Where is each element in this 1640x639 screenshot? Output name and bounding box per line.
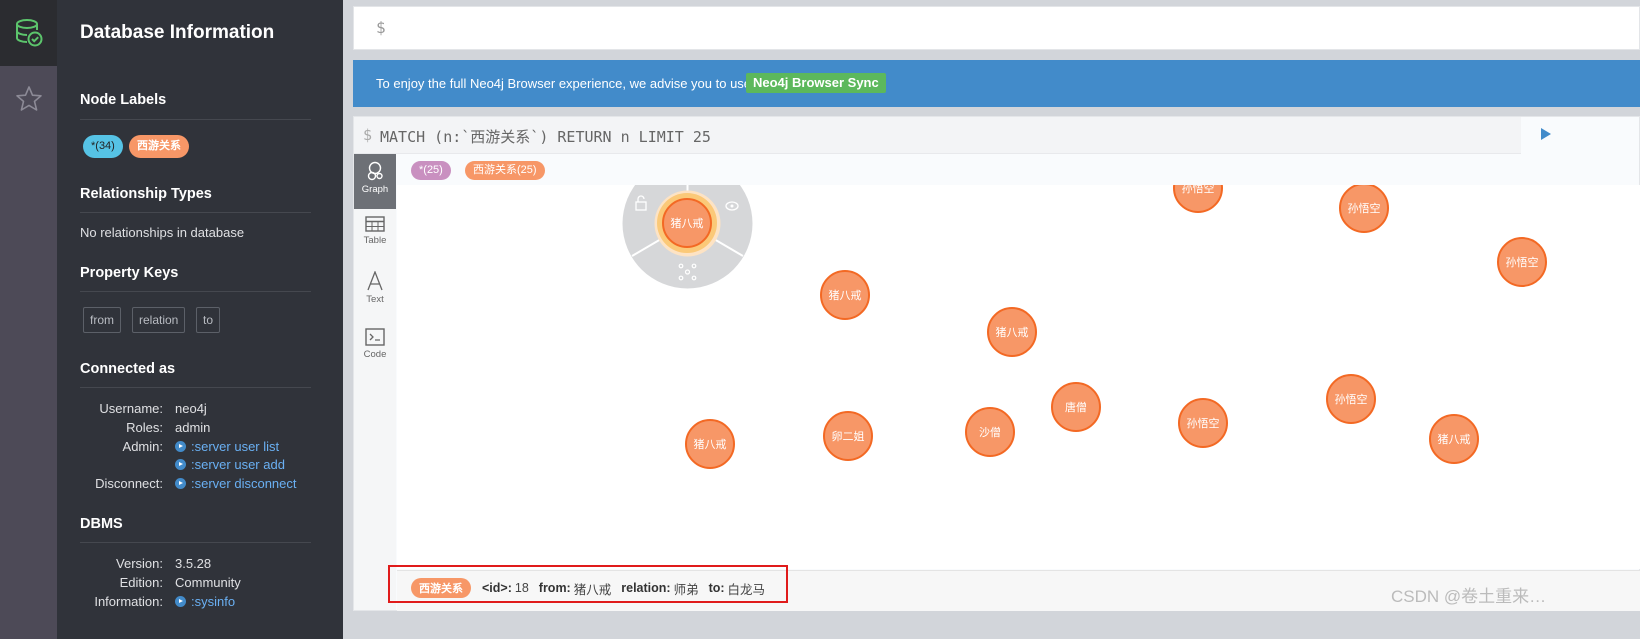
divider (80, 212, 311, 213)
dbms-heading: DBMS (80, 516, 123, 532)
drawer-title: Database Information (80, 22, 275, 43)
graph-node[interactable]: 猪八戒 (820, 270, 870, 320)
edition-label: Edition: (119, 575, 163, 590)
play-icon (175, 596, 186, 607)
browser-sync-button[interactable]: Neo4j Browser Sync (746, 73, 886, 93)
category-node-label[interactable]: 西游关系 (129, 135, 189, 158)
username-label: Username: (99, 401, 163, 416)
link-text: :server disconnect (191, 476, 297, 491)
graph-node[interactable]: 唐僧 (1051, 382, 1101, 432)
graph-node[interactable]: 孙悟空 (1178, 398, 1228, 448)
graph-canvas[interactable]: 猪八戒 孙悟空 孙悟空 孙悟空 猪八戒 猪八戒 唐僧 孙悟空 孙悟空 猪八戒 沙… (397, 185, 1640, 569)
username-value: neo4j (175, 401, 207, 416)
icon-rail (0, 0, 57, 639)
cypher-editor[interactable]: $ (353, 6, 1640, 50)
favorites-nav-button[interactable] (0, 66, 57, 132)
tab-graph[interactable]: Graph (354, 154, 396, 209)
sysinfo-link[interactable]: :sysinfo (175, 594, 235, 609)
divider (80, 542, 311, 543)
database-info-drawer: Database Information Node Labels *(34) 西… (57, 0, 343, 639)
divider (80, 387, 311, 388)
database-icon (15, 19, 42, 47)
property-key-relation[interactable]: relation (132, 307, 186, 333)
graph-node[interactable]: 孙悟空 (1173, 185, 1223, 213)
node-properties: 西游关系 <id>: 18 from: 猪八戒 relation: 师弟 to:… (411, 578, 775, 598)
graph-node[interactable]: 卵二姐 (823, 411, 873, 461)
tab-text[interactable]: Text (354, 264, 396, 319)
graph-node[interactable]: 猪八戒 (1429, 414, 1479, 464)
graph-node[interactable]: 猪八戒 (685, 419, 735, 469)
banner-text: To enjoy the full Neo4j Browser experien… (376, 76, 752, 91)
edition-value: Community (175, 575, 241, 590)
link-text: :server user list (191, 439, 280, 454)
tab-code[interactable]: Code (354, 321, 396, 376)
graph-node[interactable]: 孙悟空 (1339, 185, 1389, 233)
graph-node[interactable]: 沙僧 (965, 407, 1015, 457)
watermark: CSDN @卷土重来… (1391, 587, 1547, 606)
play-icon (175, 478, 186, 489)
divider (80, 291, 311, 292)
link-text: :sysinfo (191, 594, 236, 609)
play-icon (175, 441, 186, 452)
tab-label: Text (366, 294, 384, 305)
query-text[interactable]: MATCH (n:`西游关系`) RETURN n LIMIT 25 (380, 126, 711, 147)
property-value: 师弟 (673, 582, 699, 597)
admin-label: Admin: (122, 439, 163, 454)
roles-value: admin (175, 420, 211, 435)
connected-as-heading: Connected as (80, 361, 176, 377)
version-value: 3.5.28 (175, 556, 212, 571)
node-labels-heading: Node Labels (80, 92, 167, 108)
graph-category-label[interactable]: 西游关系(25) (465, 161, 545, 180)
graph-all-label[interactable]: *(25) (411, 161, 451, 180)
property-value: 猪八戒 (573, 582, 612, 597)
server-user-list-link[interactable]: :server user list (175, 439, 279, 454)
play-icon (175, 459, 186, 470)
property-key-to[interactable]: to (196, 307, 221, 333)
property-key: <id>: (482, 581, 512, 595)
sync-banner: To enjoy the full Neo4j Browser experien… (353, 60, 1640, 107)
all-nodes-label[interactable]: *(34) (83, 135, 123, 158)
property-key: to: (708, 581, 725, 595)
code-icon (365, 328, 385, 346)
tab-label: Code (363, 349, 387, 360)
graph-node-selected[interactable]: 猪八戒 (662, 198, 712, 248)
property-value: 18 (514, 581, 529, 595)
property-node-label[interactable]: 西游关系 (411, 578, 471, 598)
frame-command-bar[interactable]: $ MATCH (n:`西游关系`) RETURN n LIMIT 25 (354, 117, 1521, 154)
table-icon (365, 216, 385, 232)
property-keys-heading: Property Keys (80, 265, 179, 281)
information-label: Information: (94, 594, 163, 609)
version-label: Version: (116, 556, 163, 571)
graph-icon (367, 161, 383, 181)
graph-node[interactable]: 孙悟空 (1326, 374, 1376, 424)
database-nav-button[interactable] (0, 0, 57, 66)
link-text: :server user add (191, 457, 285, 472)
tab-label: Graph (361, 184, 389, 195)
roles-label: Roles: (126, 420, 163, 435)
editor-prompt: $ (376, 18, 386, 37)
server-user-add-link[interactable]: :server user add (175, 457, 285, 472)
result-frame: $ MATCH (n:`西游关系`) RETURN n LIMIT 25 Gra… (353, 116, 1640, 611)
tab-label: Table (363, 235, 387, 246)
property-key: from: (538, 581, 571, 595)
property-value: 白龙马 (727, 582, 766, 597)
disconnect-label: Disconnect: (95, 476, 163, 491)
relationship-types-heading: Relationship Types (80, 186, 212, 202)
server-disconnect-link[interactable]: :server disconnect (175, 476, 297, 491)
divider (80, 119, 311, 120)
view-tabs: Graph Table Text Code (354, 154, 396, 610)
graph-node[interactable]: 猪八戒 (987, 307, 1037, 357)
tab-table[interactable]: Table (354, 209, 396, 264)
run-query-icon[interactable] (1539, 126, 1553, 142)
property-key: relation: (621, 581, 671, 595)
no-relationships-text: No relationships in database (80, 225, 245, 240)
property-key-from[interactable]: from (83, 307, 121, 333)
graph-node[interactable]: 孙悟空 (1497, 237, 1547, 287)
frame-prompt: $ (363, 126, 373, 144)
text-icon (367, 271, 383, 291)
star-icon (15, 86, 42, 111)
